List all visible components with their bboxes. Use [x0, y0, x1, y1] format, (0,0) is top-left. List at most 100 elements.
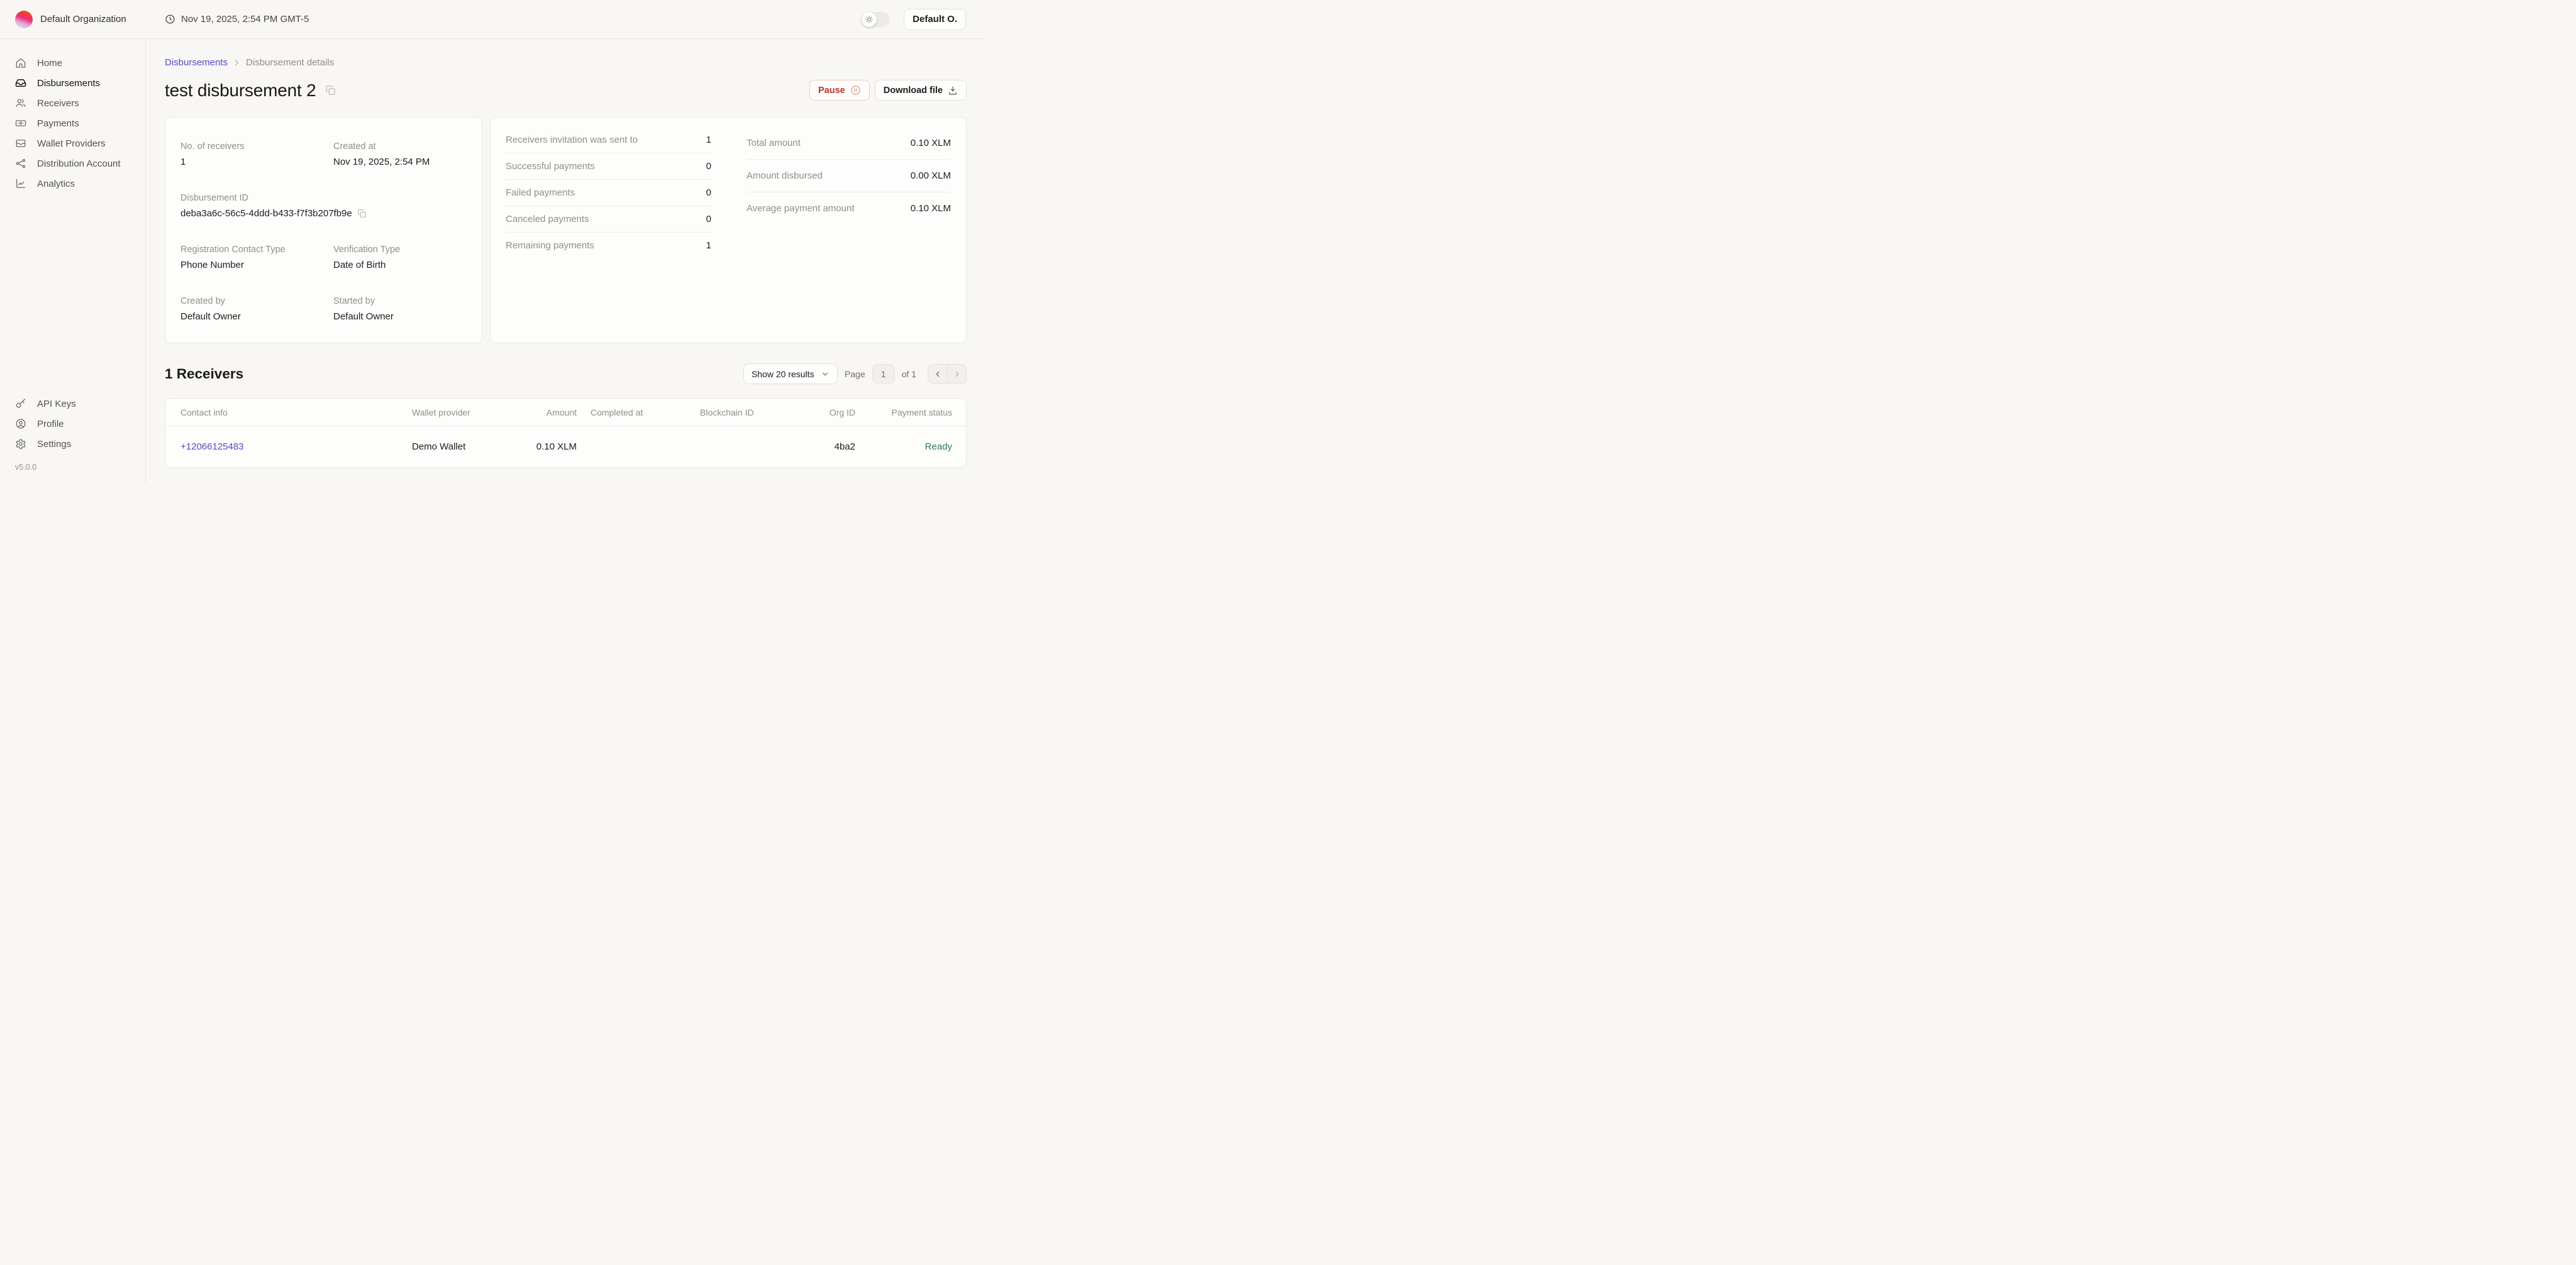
col-header-payment-status: Payment status: [855, 407, 952, 417]
col-header-wallet-provider: Wallet provider: [412, 407, 531, 417]
total-row-amount-disbursed: Amount disbursed 0.00 XLM: [747, 160, 951, 192]
sidebar-item-label: API Keys: [37, 399, 76, 409]
inbox-icon: [15, 77, 26, 89]
topbar-controls: Default O.: [862, 9, 986, 30]
stat-label: Canceled payments: [506, 214, 589, 224]
field-created-by: Created by Default Owner: [180, 296, 333, 322]
page-of-label: of 1: [902, 369, 916, 379]
header-actions: Pause Download file: [809, 80, 967, 101]
stats-list: Receivers invitation was sent to 1 Succe…: [506, 133, 711, 328]
copy-title-button[interactable]: [325, 85, 336, 96]
total-row-average-payment: Average payment amount 0.10 XLM: [747, 192, 951, 224]
field-value: Nov 19, 2025, 2:54 PM: [333, 157, 467, 167]
page-label: Page: [845, 369, 865, 379]
stat-value: 1: [706, 135, 711, 145]
stat-value: 0: [706, 187, 711, 198]
sidebar-item-label: Disbursements: [37, 78, 100, 89]
disbursement-details-card: No. of receivers 1 Created at Nov 19, 20…: [165, 117, 482, 343]
pager-buttons: [928, 364, 967, 384]
total-label: Amount disbursed: [747, 170, 823, 181]
title-wrap: test disbursement 2: [165, 80, 336, 101]
stat-value: 1: [706, 240, 711, 251]
field-label: No. of receivers: [180, 141, 333, 152]
gear-icon: [15, 438, 26, 450]
datetime-text: Nov 19, 2025, 2:54 PM GMT-5: [181, 14, 309, 25]
show-results-select[interactable]: Show 20 results: [743, 363, 838, 384]
receiver-contact-link[interactable]: +12066125483: [180, 441, 244, 452]
sidebar-item-settings[interactable]: Settings: [0, 434, 145, 454]
stat-row-remaining: Remaining payments 1: [506, 233, 711, 258]
cell-amount: 0.10 XLM: [531, 441, 577, 452]
topbar: Default Organization Nov 19, 2025, 2:54 …: [0, 0, 986, 39]
details-grid: No. of receivers 1 Created at Nov 19, 20…: [180, 141, 467, 348]
main-content: Disbursements Disbursement details test …: [146, 39, 986, 484]
total-value: 0.10 XLM: [911, 138, 951, 148]
breadcrumb-disbursements[interactable]: Disbursements: [165, 57, 228, 68]
banknote-icon: [15, 118, 26, 129]
receivers-title: 1 Receivers: [165, 366, 243, 382]
sidebar-item-analytics[interactable]: Analytics: [0, 174, 145, 194]
stat-row-invitations: Receivers invitation was sent to 1: [506, 133, 711, 153]
sidebar-item-profile[interactable]: Profile: [0, 414, 145, 434]
sidebar: Home Disbursements Receivers Payments Wa…: [0, 39, 146, 484]
col-header-amount: Amount: [531, 407, 577, 417]
field-label: Created by: [180, 296, 333, 306]
pause-button-label: Pause: [818, 86, 845, 96]
sidebar-nav: Home Disbursements Receivers Payments Wa…: [0, 53, 145, 194]
field-value: Phone Number: [180, 260, 333, 270]
app-version: v5.0.0: [0, 454, 145, 472]
topbar-org: Default Organization: [0, 11, 165, 28]
network-icon: [15, 158, 26, 169]
page-header: test disbursement 2 Pause Download file: [165, 80, 967, 101]
download-file-button[interactable]: Download file: [875, 80, 967, 101]
total-value: 0.00 XLM: [911, 170, 951, 181]
pagination: Show 20 results Page of 1: [743, 363, 967, 384]
field-value: Default Owner: [333, 311, 467, 322]
sidebar-item-disbursements[interactable]: Disbursements: [0, 73, 145, 93]
chevron-right-icon: [953, 370, 962, 378]
org-logo: [15, 11, 33, 28]
copy-icon: [357, 209, 367, 218]
stat-row-failed: Failed payments 0: [506, 180, 711, 206]
previous-page-button[interactable]: [928, 365, 947, 383]
receivers-section-header: 1 Receivers Show 20 results Page of 1: [165, 363, 967, 384]
theme-toggle[interactable]: [862, 12, 890, 27]
org-name: Default Organization: [40, 14, 126, 25]
field-value: 1: [180, 157, 333, 167]
stat-label: Failed payments: [506, 187, 575, 198]
cell-org-id: 4ba2: [794, 441, 855, 452]
sidebar-item-distribution-account[interactable]: Distribution Account: [0, 153, 145, 174]
account-button[interactable]: Default O.: [904, 9, 966, 30]
sidebar-item-payments[interactable]: Payments: [0, 113, 145, 133]
sidebar-item-label: Wallet Providers: [37, 138, 106, 149]
chevron-left-icon: [933, 370, 942, 378]
sidebar-footer: API Keys Profile Settings v5.0.0: [0, 394, 145, 472]
copy-id-button[interactable]: [357, 209, 367, 218]
col-header-blockchain-id: Blockchain ID: [700, 407, 794, 417]
table-row: +12066125483 Demo Wallet 0.10 XLM 4ba2 R…: [165, 426, 966, 467]
field-label: Verification Type: [333, 245, 467, 255]
home-icon: [15, 57, 26, 69]
download-icon: [948, 86, 958, 96]
field-created-at: Created at Nov 19, 2025, 2:54 PM: [333, 141, 467, 167]
pause-button[interactable]: Pause: [809, 80, 870, 101]
show-results-value: Show 20 results: [752, 369, 814, 379]
next-page-button[interactable]: [947, 365, 966, 383]
sidebar-item-receivers[interactable]: Receivers: [0, 93, 145, 113]
totals-list: Total amount 0.10 XLM Amount disbursed 0…: [747, 133, 951, 328]
sidebar-item-api-keys[interactable]: API Keys: [0, 394, 145, 414]
sidebar-item-home[interactable]: Home: [0, 53, 145, 73]
total-label: Average payment amount: [747, 203, 855, 214]
stat-value: 0: [706, 214, 711, 224]
sun-icon: [865, 15, 874, 24]
stat-label: Remaining payments: [506, 240, 594, 251]
summary-cards: No. of receivers 1 Created at Nov 19, 20…: [165, 117, 967, 343]
app-root: Default Organization Nov 19, 2025, 2:54 …: [0, 0, 986, 484]
cell-wallet-provider: Demo Wallet: [412, 441, 531, 452]
field-value: deba3a6c-56c5-4ddd-b433-f7f3b207fb9e: [180, 208, 467, 219]
page-number-input[interactable]: [872, 364, 895, 384]
total-label: Total amount: [747, 138, 801, 148]
topbar-datetime: Nov 19, 2025, 2:54 PM GMT-5: [165, 14, 862, 25]
sidebar-item-wallet-providers[interactable]: Wallet Providers: [0, 133, 145, 153]
sidebar-item-label: Distribution Account: [37, 158, 121, 169]
